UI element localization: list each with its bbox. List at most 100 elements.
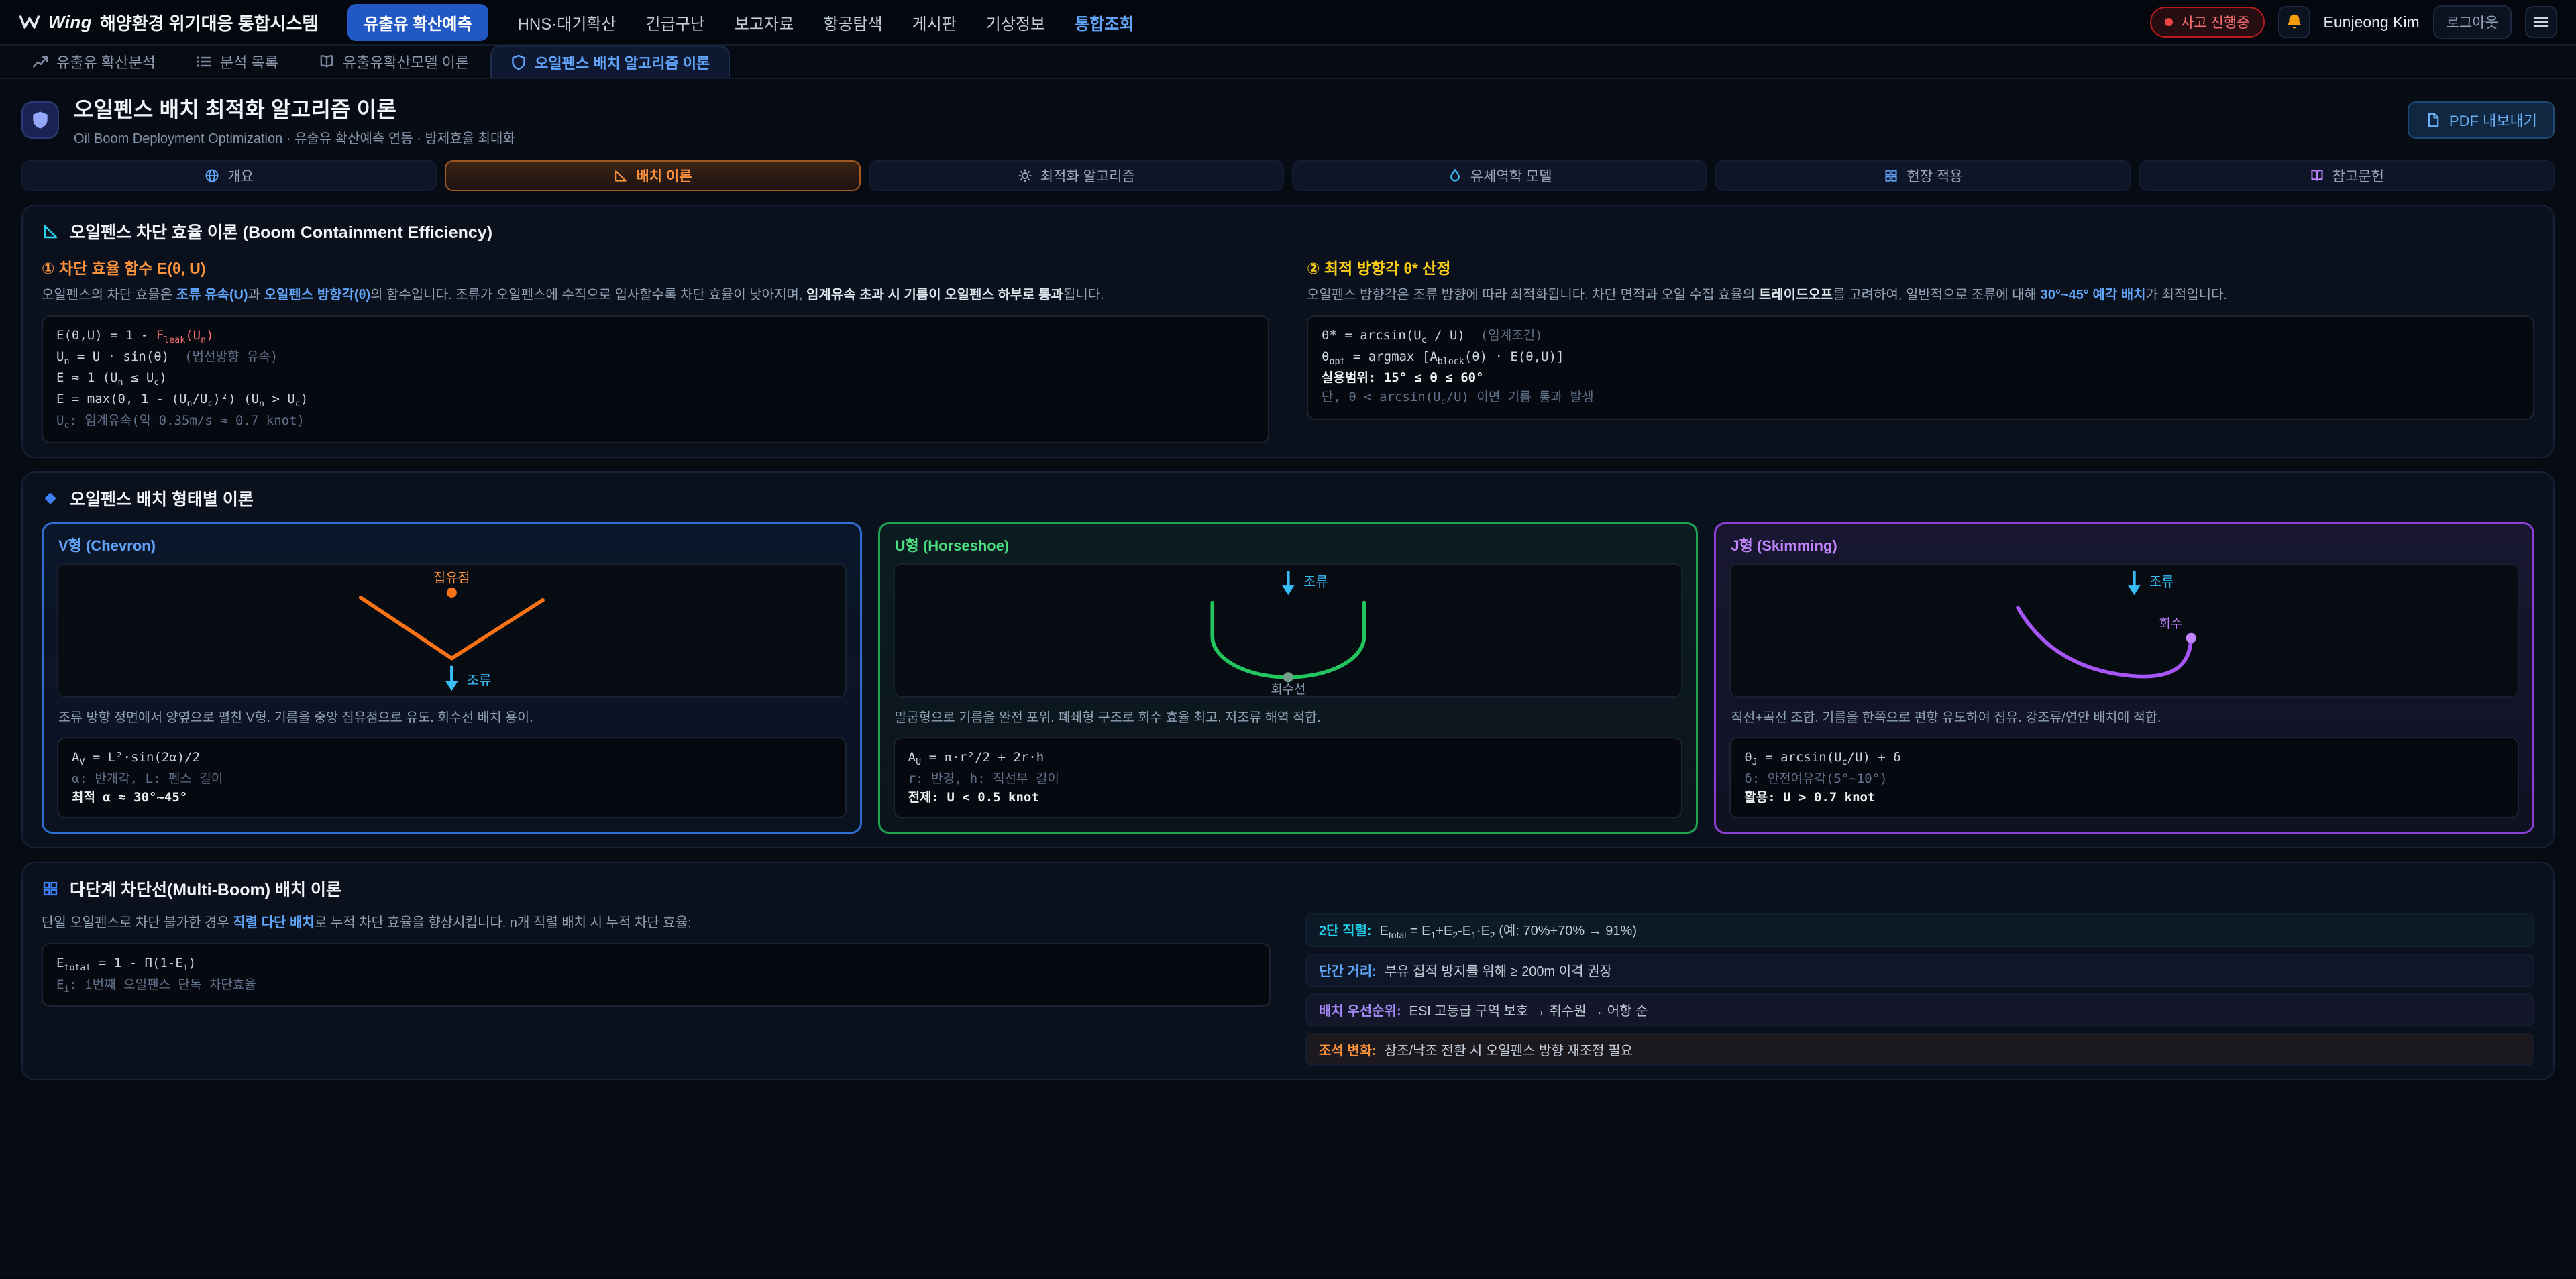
tab-oil-diffusion-analysis[interactable]: 유출유 확산분석 bbox=[13, 46, 174, 78]
section-tab-label: 최적화 알고리즘 bbox=[1040, 166, 1135, 186]
tab-label: 유출유 확산분석 bbox=[56, 51, 156, 72]
j-shape-diagram: 조류 회수 bbox=[1729, 563, 2519, 698]
analysis-tabbar: 유출유 확산분석 분석 목록 유출유확산모델 이론 오일펜스 배치 알고리즘 이… bbox=[0, 46, 2576, 79]
efficiency-function-column: ① 차단 효율 함수 E(θ, U) 오일펜스의 차단 효율은 조류 유속(U)… bbox=[42, 256, 1269, 443]
nav-item-oil-diffusion-prediction[interactable]: 유출유 확산예측 bbox=[347, 4, 488, 41]
note-label: 단간 거리: bbox=[1319, 960, 1377, 980]
formula-line: Etotal = 1 - Π(1-Ei) bbox=[56, 954, 1256, 975]
hamburger-menu-button[interactable] bbox=[2525, 6, 2557, 38]
note-text: ESI 고등급 구역 보호 → 취수원 → 어항 순 bbox=[1409, 1000, 1648, 1019]
document-icon bbox=[2425, 112, 2441, 128]
nav-item-weather-info[interactable]: 기상정보 bbox=[986, 11, 1045, 34]
formula-comment-line: r: 반경, h: 직선부 길이 bbox=[908, 769, 1668, 789]
text: 오일펜스의 차단 효율은 bbox=[42, 288, 176, 302]
note-text: 부유 집적 방지를 위해 ≥ 200m 이격 권장 bbox=[1385, 960, 1612, 980]
current-arrowhead bbox=[445, 681, 458, 691]
text: 로 누적 차단 효율을 향상시킵니다. n개 직렬 배치 시 누적 차단 효율: bbox=[315, 915, 692, 930]
page-title: 오일펜스 배치 최적화 알고리즘 이론 bbox=[74, 93, 515, 123]
containment-efficiency-card: 오일펜스 차단 효율 이론 (Boom Containment Efficien… bbox=[21, 205, 2555, 458]
nav-item-reports[interactable]: 보고자료 bbox=[735, 11, 794, 34]
top-navbar: Wing 해양환경 위기대응 통합시스템 유출유 확산예측 HNS·대기확산 긴… bbox=[0, 0, 2576, 46]
formula-comment-line: δ: 안전여유각(5°~10°) bbox=[1744, 769, 2504, 789]
tab-boom-algorithm-theory[interactable]: 오일펜스 배치 알고리즘 이론 bbox=[490, 46, 730, 78]
boom-shield-badge bbox=[21, 101, 59, 139]
recovery-vessel-label: 회수선 bbox=[1271, 682, 1305, 696]
recovery-vessel-dot bbox=[1283, 672, 1293, 682]
section-tab-deployment-theory[interactable]: 배치 이론 bbox=[445, 160, 860, 191]
efficiency-function-heading: ① 차단 효율 함수 E(θ, U) bbox=[42, 256, 1269, 278]
tab-label: 분석 목록 bbox=[220, 51, 278, 72]
section-tab-references[interactable]: 참고문헌 bbox=[2139, 160, 2555, 191]
nav-item-board[interactable]: 게시판 bbox=[912, 11, 957, 34]
card-title-text: 오일펜스 차단 효율 이론 (Boom Containment Efficien… bbox=[70, 219, 492, 243]
card-title-text: 오일펜스 배치 형태별 이론 bbox=[70, 486, 254, 510]
formula-line: E = max(0, 1 - (Un/Uc)²) (Un > Uc) bbox=[56, 390, 1254, 411]
section-tab-overview[interactable]: 개요 bbox=[21, 160, 437, 191]
shield-icon bbox=[511, 54, 527, 70]
nav-item-emergency-rescue[interactable]: 긴급구난 bbox=[646, 11, 705, 34]
recovery-point-dot bbox=[2186, 632, 2196, 643]
formula-comment: (임계조건) bbox=[1481, 328, 1543, 343]
note-label: 배치 우선순위: bbox=[1319, 1000, 1401, 1019]
section-tab-field-application[interactable]: 현장 적용 bbox=[1715, 160, 2131, 191]
highlight-series-deployment: 직렬 다단 배치 bbox=[233, 915, 315, 930]
shield-icon bbox=[30, 110, 50, 130]
efficiency-function-description: 오일펜스의 차단 효율은 조류 유속(U)과 오일펜스 방향각(θ)의 함수입니… bbox=[42, 285, 1269, 306]
formula-comment: (법선방향 유속) bbox=[184, 349, 278, 364]
tab-analysis-list[interactable]: 분석 목록 bbox=[177, 46, 297, 78]
optimal-angle-heading: ② 최적 방향각 θ* 산정 bbox=[1307, 256, 2534, 278]
shape-name: V형 (Chevron) bbox=[44, 524, 860, 563]
tab-label: 오일펜스 배치 알고리즘 이론 bbox=[535, 52, 710, 73]
section-tab-optimization-algorithm[interactable]: 최적화 알고리즘 bbox=[869, 160, 1284, 191]
formula-line: AU = π·r²/2 + 2r·h bbox=[908, 748, 1668, 769]
logout-button[interactable]: 로그아웃 bbox=[2433, 5, 2512, 39]
text: 됩니다. bbox=[1063, 288, 1104, 302]
set-square-icon bbox=[613, 168, 628, 183]
nav-item-hns-air-diffusion[interactable]: HNS·대기확산 bbox=[518, 11, 616, 34]
section-tab-label: 개요 bbox=[227, 166, 254, 186]
formula-line: θopt = argmax [Ablock(θ) · E(θ,U)] bbox=[1322, 347, 2520, 369]
formula-line: E(θ,U) = 1 - Fleak(Un) bbox=[56, 326, 1254, 347]
app-logo[interactable]: Wing 해양환경 위기대응 통합시스템 bbox=[19, 10, 318, 35]
globe-icon bbox=[205, 168, 219, 183]
hamburger-icon bbox=[2532, 13, 2551, 32]
note-stage-spacing: 단간 거리: 부유 집적 방지를 위해 ≥ 200m 이격 권장 bbox=[1305, 954, 2534, 987]
note-text: Etotal = E1+E2-E1·E2 (예: 70%+70% → 91%) bbox=[1380, 920, 1637, 940]
nav-item-aerial-search[interactable]: 항공탐색 bbox=[823, 11, 882, 34]
nav-item-integrated-search[interactable]: 통합조회 bbox=[1075, 11, 1134, 34]
grid-icon bbox=[42, 880, 59, 897]
shape-description: 말굽형으로 기름을 완전 포위. 폐쇄형 구조로 회수 효율 최고. 저조류 해… bbox=[880, 698, 1697, 737]
incident-dot-icon bbox=[2165, 18, 2173, 26]
notification-bell-button[interactable] bbox=[2278, 6, 2310, 38]
formula-optimum-line: 최적 α ≈ 30°~45° bbox=[72, 788, 832, 808]
current-arrowhead bbox=[2128, 585, 2141, 595]
formula-comment-line: Uc: 임계유속(약 0.35m/s ≈ 0.7 knot) bbox=[56, 411, 1254, 433]
logo-text: Wing bbox=[48, 12, 92, 33]
highlight-acute-angle: 30°~45° 예각 배치 bbox=[2041, 288, 2146, 302]
current-label: 조류 bbox=[2149, 575, 2174, 590]
highlight-boom-angle: 오일펜스 방향각(θ) bbox=[264, 288, 371, 302]
multiboom-left-column: 단일 오일펜스로 차단 불가한 경우 직렬 다단 배치로 누적 차단 효율을 향… bbox=[42, 913, 1271, 1007]
recovery-label: 회수 bbox=[2159, 616, 2183, 630]
shape-description: 직선+곡선 조합. 기름을 한쪽으로 편향 유도하여 집유. 강조류/연안 배치… bbox=[1716, 698, 2532, 737]
optimal-angle-description: 오일펜스 방향각은 조류 방향에 따라 최적화됩니다. 차단 면적과 오일 수집… bbox=[1307, 285, 2534, 306]
note-label: 2단 직렬: bbox=[1319, 920, 1372, 939]
user-name[interactable]: Eunjeong Kim bbox=[2324, 13, 2420, 32]
page-subtitle: Oil Boom Deployment Optimization · 유출유 확… bbox=[74, 127, 515, 147]
book-icon bbox=[2310, 168, 2324, 183]
multiboom-formula-block: Etotal = 1 - Π(1-Ei) Ei: i번째 오일펜스 단독 차단효… bbox=[42, 943, 1271, 1007]
pdf-export-button[interactable]: PDF 내보내기 bbox=[2408, 101, 2555, 139]
app-title: 해양환경 위기대응 통합시스템 bbox=[100, 10, 318, 35]
highlight-critical-speed: 임계유속 초과 시 기름이 오일펜스 하부로 통과 bbox=[806, 288, 1063, 302]
shape-name: J형 (Skimming) bbox=[1716, 524, 2532, 563]
wing-logo-icon bbox=[19, 13, 40, 31]
formula-optimum-line: 전제: U < 0.5 knot bbox=[908, 788, 1668, 808]
formula-leak-term: Fleak(Un) bbox=[156, 328, 214, 343]
tab-diffusion-model-theory[interactable]: 유출유확산모델 이론 bbox=[300, 46, 488, 78]
section-tab-hydrodynamic-model[interactable]: 유체역학 모델 bbox=[1292, 160, 1707, 191]
text: 단일 오일펜스로 차단 불가한 경우 bbox=[42, 915, 233, 930]
u-boom-line bbox=[1212, 602, 1364, 677]
line-chart-icon bbox=[32, 54, 48, 70]
current-arrowhead bbox=[1282, 585, 1295, 595]
note-label: 조석 변화: bbox=[1319, 1040, 1377, 1059]
